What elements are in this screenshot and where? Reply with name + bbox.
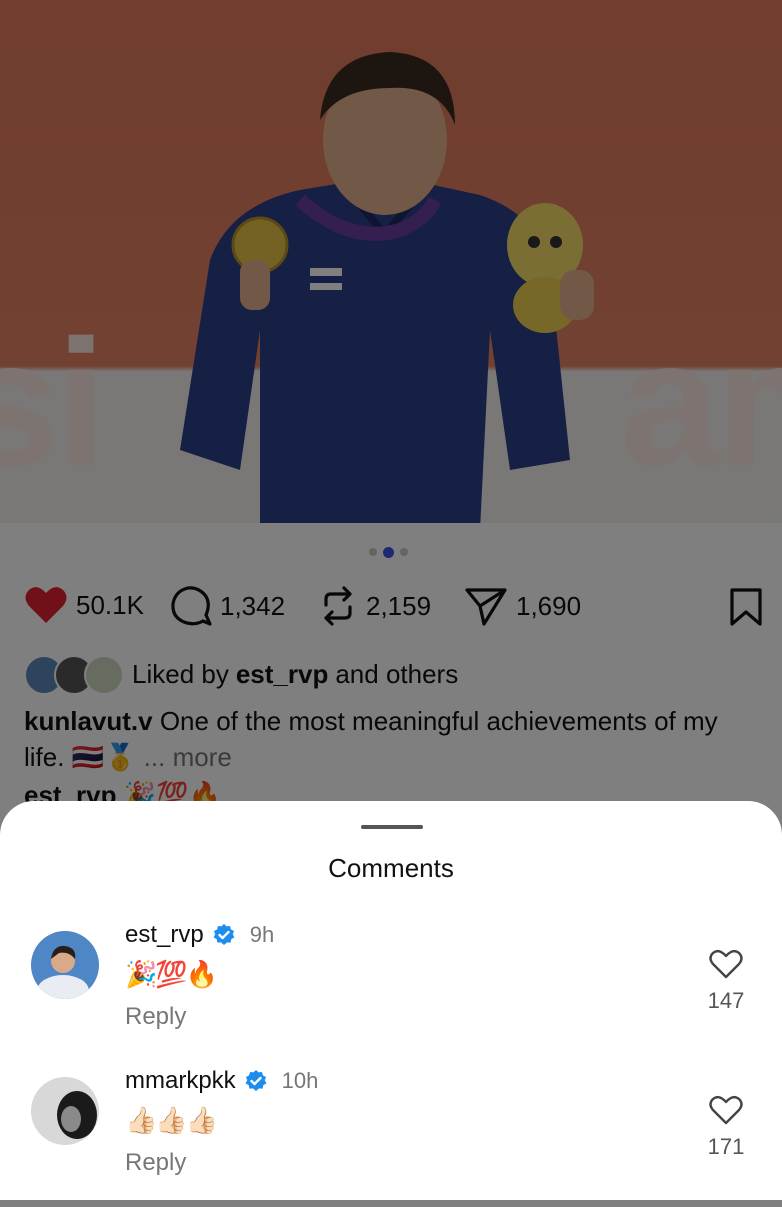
heart-outline-icon	[709, 949, 743, 979]
sheet-title: Comments	[328, 853, 454, 883]
comment-like[interactable]: 171	[706, 1095, 746, 1160]
comment-username[interactable]: est_rvp	[125, 921, 204, 949]
comment-item: est_rvp 9h 🎉💯🔥 Reply 147	[0, 921, 782, 1061]
verified-badge-icon	[245, 1070, 267, 1091]
comment-header: mmarkpkk 10h	[125, 1067, 318, 1095]
comment-like-count: 147	[707, 988, 745, 1013]
user-avatar-photo	[31, 1077, 99, 1145]
comments-sheet: Comments est_rvp 9h 🎉💯🔥 Reply 147 mmarkp…	[0, 801, 782, 1200]
reply-button[interactable]: Reply	[125, 1149, 186, 1177]
reply-button[interactable]: Reply	[125, 1003, 186, 1031]
heart-outline-icon	[709, 1095, 743, 1125]
avatar[interactable]	[31, 1077, 99, 1145]
sheet-drag-handle[interactable]	[361, 825, 423, 829]
comment-time: 10h	[281, 1068, 319, 1093]
comment-like-count: 171	[707, 1134, 745, 1159]
comment-header: est_rvp 9h	[125, 921, 274, 949]
comment-text: 🎉💯🔥	[125, 959, 218, 989]
user-avatar-photo	[31, 931, 99, 999]
avatar[interactable]	[31, 931, 99, 999]
verified-badge-icon	[213, 924, 235, 945]
comment-item: mmarkpkk 10h 👍🏻👍🏻👍🏻 Reply 171	[0, 1067, 782, 1207]
comment-text: 👍🏻👍🏻👍🏻	[125, 1105, 218, 1135]
comment-username[interactable]: mmarkpkk	[125, 1067, 236, 1095]
comment-time: 9h	[249, 922, 275, 947]
comment-like[interactable]: 147	[706, 949, 746, 1014]
